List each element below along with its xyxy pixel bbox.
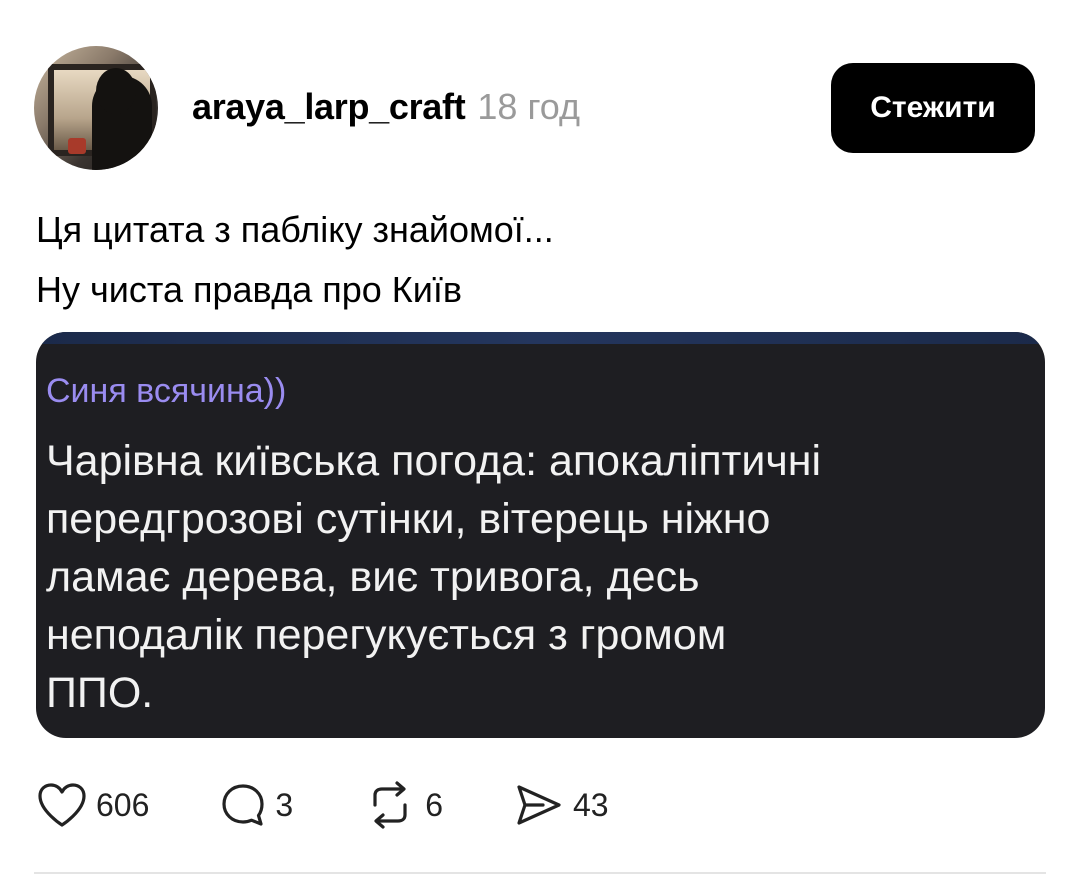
heart-icon: [38, 783, 86, 827]
quoted-message: Чарівна київська погода: апокаліптичні п…: [46, 432, 1036, 722]
avatar[interactable]: [34, 46, 158, 170]
post-header: araya_larp_craft 18 год: [192, 86, 580, 130]
quoted-message-line: Чарівна київська погода: апокаліптичні: [46, 437, 822, 485]
quoted-message-line: передгрозові сутінки, вітерець ніжно: [46, 495, 771, 543]
post-divider: [34, 872, 1046, 874]
like-button[interactable]: 606: [36, 781, 149, 829]
quoted-message-line: ППО.: [46, 669, 154, 717]
post-timestamp: 18 год: [477, 86, 581, 127]
comment-button[interactable]: 3: [219, 781, 293, 829]
post-card: araya_larp_craft 18 год Стежити Ця цитат…: [0, 0, 1080, 875]
comment-bubble-icon: [222, 784, 264, 826]
like-count: 606: [96, 786, 150, 823]
post-image[interactable]: Синя всячина)) Чарівна київська погода: …: [36, 332, 1045, 738]
repost-arrows-icon: [373, 781, 407, 829]
share-button[interactable]: 43: [513, 781, 609, 829]
share-count: 43: [572, 786, 609, 823]
image-top-band: [36, 332, 1045, 344]
repost-count: 6: [425, 786, 443, 823]
action-bar: 606 3 6 43: [36, 780, 609, 830]
quoted-message-line: неподалік перегукується з громом: [46, 611, 727, 659]
send-arrow-icon: [517, 785, 561, 825]
comment-count: 3: [275, 786, 294, 823]
avatar-silhouette-head: [96, 68, 136, 114]
caption-line: Ця цитата з пабліку знайомої...: [36, 209, 554, 250]
avatar-cup: [68, 138, 86, 154]
username[interactable]: araya_larp_craft: [192, 86, 466, 128]
repost-button[interactable]: 6: [363, 781, 443, 829]
post-caption: Ця цитата з пабліку знайомої... Ну чиста…: [36, 200, 1036, 320]
follow-button[interactable]: Стежити: [831, 63, 1035, 153]
caption-line: Ну чиста правда про Київ: [36, 269, 463, 310]
quoted-sender-name: Синя всячина)): [46, 372, 287, 410]
quoted-message-line: ламає дерева, виє тривога, десь: [46, 553, 700, 601]
